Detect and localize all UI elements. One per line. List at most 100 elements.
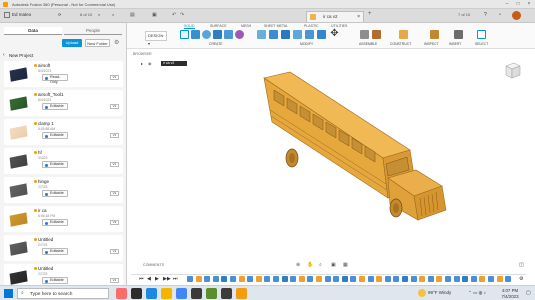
close-panel-icon[interactable]: × (112, 12, 114, 17)
settings-gear-icon[interactable]: ⚙ (114, 39, 119, 46)
timeline-feature-icon[interactable] (402, 276, 408, 282)
close-tab-icon[interactable]: × (357, 12, 360, 22)
group-select[interactable]: SELECT (475, 42, 488, 46)
timeline-feature-icon[interactable] (316, 276, 322, 282)
combine-icon[interactable] (305, 30, 314, 39)
timeline-feature-icon[interactable] (238, 276, 245, 282)
timeline-feature-icon[interactable] (195, 276, 202, 282)
chamfer-icon[interactable] (281, 30, 290, 39)
list-item[interactable]: airsoft_Tool1 8/4/1023 Editable V1 (4, 90, 123, 116)
browser-root-node[interactable]: ir ca v2 (161, 61, 187, 66)
comments-toggle-icon[interactable]: ◫ (519, 262, 524, 268)
select-icon[interactable] (477, 30, 486, 39)
tray-icons[interactable]: ⌃ ▭ ◍ ♪ (468, 290, 486, 296)
revolve-icon[interactable] (202, 30, 211, 39)
permission-badge[interactable]: Read-Only (42, 74, 68, 84)
task-view-icon[interactable] (131, 288, 142, 299)
timeline-start-button[interactable]: ⏮ (139, 276, 144, 282)
timeline-feature-icon[interactable] (453, 276, 460, 282)
measure-icon[interactable] (430, 30, 439, 39)
edge-browser-icon[interactable] (146, 288, 157, 299)
new-folder-button[interactable]: New Folder (85, 39, 110, 47)
tab-data[interactable]: Data (4, 27, 62, 35)
group-create[interactable]: CREATE (209, 42, 223, 46)
scale-icon[interactable] (317, 30, 326, 39)
timeline-end-button[interactable]: ⏭ (173, 276, 178, 282)
timeline-feature-icon[interactable] (505, 276, 512, 282)
back-arrow-icon[interactable]: ‹ (3, 52, 5, 58)
as-built-joint-icon[interactable] (372, 30, 381, 39)
tab-solid[interactable]: SOLID (184, 24, 195, 29)
version-badge[interactable]: V1 (110, 75, 119, 80)
list-item[interactable]: clamp 1 8:55:58 AM Editable V1 (4, 119, 123, 145)
timeline-feature-icon[interactable] (212, 276, 219, 282)
minecraft-icon[interactable] (206, 288, 217, 299)
timeline-feature-icon[interactable] (273, 276, 279, 282)
permission-badge[interactable]: Editable (42, 161, 68, 168)
timeline-feature-icon[interactable] (462, 276, 469, 282)
refresh-icon[interactable]: ⟳ (58, 12, 61, 17)
timeline-feature-icon[interactable] (221, 276, 228, 282)
list-item[interactable]: ir ca 8:56:18 PM Editable V2 (4, 206, 123, 232)
search-icon[interactable]: ⌕ (98, 12, 100, 17)
pan-icon[interactable]: ✋ (307, 262, 313, 268)
form-icon[interactable] (235, 30, 244, 39)
version-badge[interactable]: V1 (110, 162, 119, 167)
timeline-feature-icon[interactable] (496, 276, 503, 282)
group-insert[interactable]: INSERT (449, 42, 461, 46)
help-icon[interactable]: ? (484, 12, 487, 18)
version-badge[interactable]: V1 (110, 133, 119, 138)
timeline-forward-button[interactable]: ▶▶ (163, 276, 171, 282)
timeline-feature-icon[interactable] (281, 276, 288, 282)
version-badge[interactable]: V2 (110, 220, 119, 225)
avatar[interactable] (512, 11, 521, 20)
notifications-icon[interactable]: ◔ (498, 12, 501, 18)
timeline-feature-icon[interactable] (445, 276, 451, 282)
joint-icon[interactable] (360, 30, 369, 39)
timeline-feature-icon[interactable] (470, 276, 477, 282)
view-cube[interactable] (502, 60, 522, 80)
app-icon[interactable] (221, 288, 232, 299)
grid-settings-icon[interactable]: ▦ (343, 262, 348, 268)
notification-center-icon[interactable]: ▢ (526, 290, 531, 296)
grid-menu-icon[interactable] (4, 12, 10, 18)
fusion-taskbar-icon[interactable] (236, 288, 247, 299)
timeline-feature-icon[interactable] (204, 276, 211, 282)
permission-badge[interactable]: Editable (42, 248, 68, 255)
timeline-feature-icon[interactable] (298, 276, 305, 282)
close-button[interactable]: × (524, 1, 534, 8)
undo-icon[interactable]: ↶ (172, 12, 176, 18)
tab-sheet-metal[interactable]: SHEET METAL (264, 24, 288, 28)
permission-badge[interactable]: Editable (42, 277, 68, 284)
extrude-icon[interactable] (191, 30, 200, 39)
file-explorer-icon[interactable] (161, 288, 172, 299)
timeline-feature-icon[interactable] (436, 276, 443, 282)
file-menu-icon[interactable]: ▤ (130, 12, 135, 18)
list-item[interactable]: hinge 2/7/23 Editable V1 (4, 177, 123, 203)
timeline-feature-icon[interactable] (410, 276, 417, 282)
timeline-feature-icon[interactable] (350, 276, 357, 282)
timeline-feature-icon[interactable] (359, 276, 365, 282)
fillet-icon[interactable] (269, 30, 278, 39)
new-tab-icon[interactable]: + (368, 11, 372, 17)
save-icon[interactable]: ▣ (152, 12, 157, 18)
timeline-feature-icon[interactable] (384, 276, 391, 282)
workspace-dropdown[interactable]: DESIGN ▾ (145, 31, 167, 46)
timeline-feature-icon[interactable] (419, 276, 426, 282)
timeline-feature-icon[interactable] (488, 276, 494, 282)
list-item[interactable]: hf 3/4/23 Editable V1 (4, 148, 123, 174)
timeline-feature-icon[interactable] (247, 276, 254, 282)
taskbar-search[interactable]: ⌕ Type here to search (17, 288, 109, 299)
display-settings-icon[interactable]: ▣ (331, 262, 336, 268)
tab-surface[interactable]: SURFACE (210, 24, 227, 28)
permission-badge[interactable]: Editable (42, 219, 68, 226)
document-tab[interactable]: ir ca v2 × (306, 11, 364, 22)
group-construct[interactable]: CONSTRUCT (390, 42, 411, 46)
timeline-feature-icon[interactable] (427, 276, 434, 282)
permission-badge[interactable]: Editable (42, 190, 68, 197)
insert-icon[interactable] (454, 30, 463, 39)
version-badge[interactable]: V1 (110, 249, 119, 254)
loft-icon[interactable] (224, 30, 233, 39)
breadcrumb[interactable]: New Project (9, 53, 33, 58)
press-pull-icon[interactable] (257, 30, 266, 39)
